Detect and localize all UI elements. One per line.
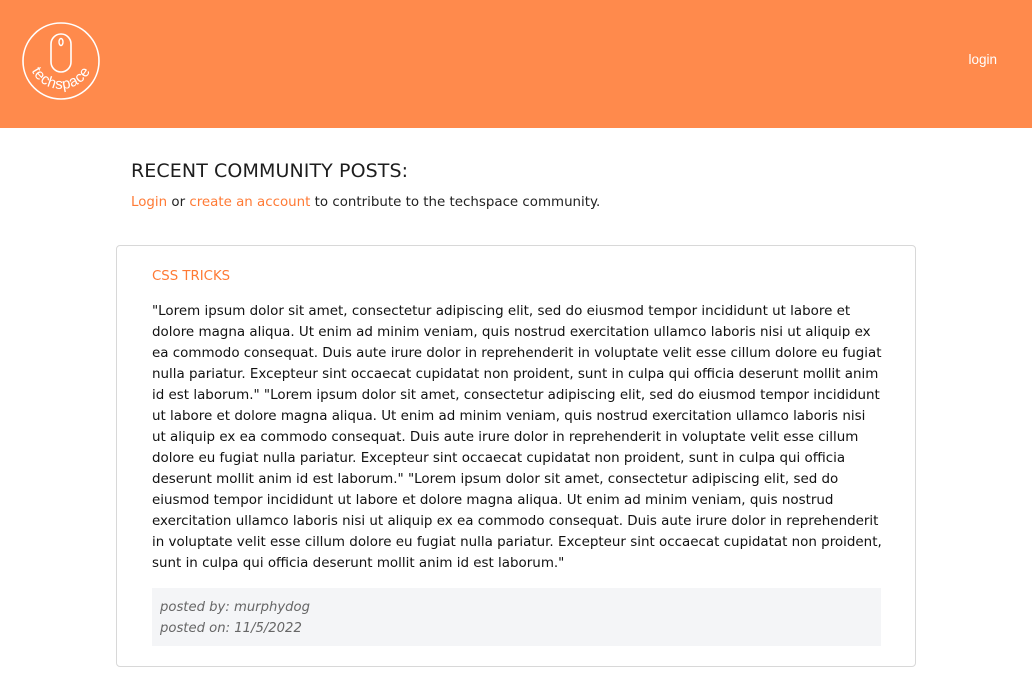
mouse-logo-icon: techspace [22,22,100,100]
svg-text:techspace: techspace [28,64,94,94]
post-author: posted by: murphydog [160,600,310,615]
intro-text: Login or create an account to contribute… [131,195,600,210]
post-meta: posted by: murphydog posted on: 11/5/202… [152,588,881,646]
page-title: RECENT COMMUNITY POSTS: [131,160,409,182]
post-title-link[interactable]: CSS TRICKS [152,269,230,284]
logo-wordmark: techspace [28,64,94,94]
post-card: CSS TRICKS "Lorem ipsum dolor sit amet, … [116,245,916,667]
create-account-link[interactable]: create an account [189,195,310,210]
techspace-logo[interactable]: techspace [20,20,102,102]
post-body: "Lorem ipsum dolor sit amet, consectetur… [152,304,882,571]
intro-or-text: or [167,195,190,210]
intro-suffix-text: to contribute to the techspace community… [310,195,601,210]
header-login-link[interactable]: login [968,52,997,67]
post-date: posted on: 11/5/2022 [160,621,302,636]
site-header: techspace login [0,0,1032,128]
login-link[interactable]: Login [131,195,167,210]
